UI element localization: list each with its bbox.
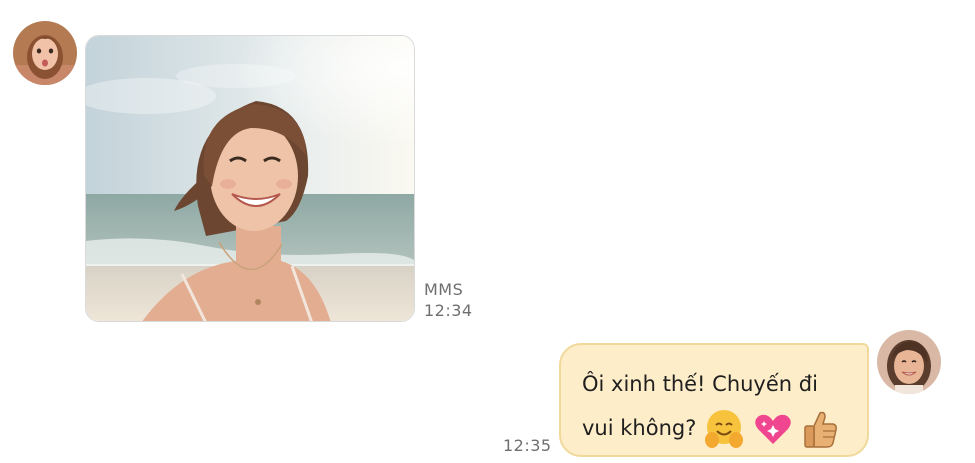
contact-avatar[interactable] xyxy=(13,21,77,85)
hugging-face-emoji xyxy=(705,410,744,448)
message-line-2-text: vui không? xyxy=(582,416,697,440)
outgoing-timestamp: 12:35 xyxy=(503,436,552,455)
my-avatar[interactable] xyxy=(877,330,941,394)
incoming-message-meta: MMS 12:34 xyxy=(424,279,473,321)
beach-selfie-photo xyxy=(86,36,414,321)
incoming-timestamp: 12:34 xyxy=(424,301,473,320)
image-message[interactable] xyxy=(85,35,415,322)
sparkling-heart-emoji xyxy=(755,414,792,444)
attachment-type-label: MMS xyxy=(424,280,464,299)
message-line-2: vui không? xyxy=(582,406,847,451)
thumbs-up-emoji xyxy=(804,411,838,448)
message-line-1: Ôi xinh thế! Chuyến đi xyxy=(582,372,818,396)
emoji-row xyxy=(702,407,846,451)
outgoing-text-message[interactable]: Ôi xinh thế! Chuyến đi vui không? xyxy=(559,343,869,457)
